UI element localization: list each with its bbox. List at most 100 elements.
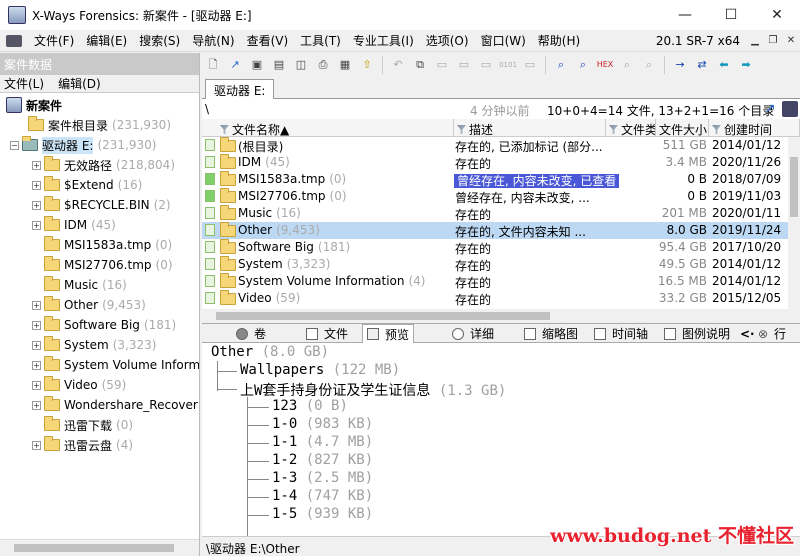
tab-gallery[interactable]: 缩略图	[520, 324, 582, 343]
selection-checkbox[interactable]	[205, 258, 215, 270]
menu-edit[interactable]: 编辑(E)	[80, 32, 133, 49]
filter-icon[interactable]	[609, 125, 618, 134]
selection-checkbox[interactable]	[205, 207, 215, 219]
scrollbar-thumb[interactable]	[14, 544, 174, 552]
menu-search[interactable]: 搜索(S)	[133, 32, 186, 49]
column-type[interactable]: 文件类	[606, 119, 656, 137]
expand-icon[interactable]: +	[32, 180, 41, 190]
column-size[interactable]: 文件大小	[656, 119, 709, 137]
tree-item-wondershare[interactable]: + Wondershare_Recover	[32, 395, 198, 415]
tree-item-msi27706[interactable]: MSI27706.tmp (0)	[44, 255, 173, 275]
minimize-button[interactable]: —	[662, 0, 708, 30]
table-row[interactable]: Video (59) 存在的 33.2 GB 2015/12/05	[202, 290, 788, 307]
selection-checkbox[interactable]	[205, 241, 215, 253]
tree-item-thunder-download[interactable]: 迅雷下载 (0)	[44, 415, 133, 435]
selection-checkbox[interactable]	[205, 275, 215, 287]
expand-icon[interactable]: +	[32, 300, 41, 310]
tab-volume[interactable]: 卷	[232, 324, 270, 343]
new-file-icon[interactable]: 🗋	[204, 56, 222, 74]
tree-item-video[interactable]: + Video (59)	[32, 375, 126, 395]
table-row[interactable]: MSI1583a.tmp (0) 曾经存在, 内容未改变, 已查看 0 B 201…	[202, 171, 788, 188]
print-icon[interactable]: ⎙	[314, 56, 332, 74]
tree-item-extend[interactable]: + $Extend (16)	[32, 175, 142, 195]
find-icon[interactable]: ⌕	[552, 56, 570, 74]
tree-item-idm[interactable]: + IDM (45)	[32, 215, 116, 235]
expand-icon[interactable]: +	[32, 400, 41, 410]
selection-checkbox[interactable]	[205, 292, 215, 304]
selection-checkbox[interactable]	[205, 224, 215, 236]
find-hex-icon[interactable]: HEX	[596, 56, 614, 74]
scrollbar-thumb[interactable]	[790, 157, 798, 217]
column-description[interactable]: 描述	[454, 119, 606, 137]
table-row[interactable]: Music (16) 存在的 201 MB 2020/01/11	[202, 205, 788, 222]
tab-preview[interactable]: 预览	[362, 324, 415, 343]
explore-recursively-icon[interactable]: ↗	[764, 101, 780, 117]
goto-offset-icon[interactable]: →	[671, 56, 689, 74]
selection-checkbox[interactable]	[205, 156, 215, 168]
expand-icon[interactable]: +	[32, 340, 41, 350]
filter-icon[interactable]	[712, 125, 721, 134]
tree-item-recycle-bin[interactable]: + $RECYCLE.BIN (2)	[32, 195, 171, 215]
export-icon[interactable]: ⇧	[358, 56, 376, 74]
tree-item-system[interactable]: + System (3,323)	[32, 335, 156, 355]
tab-file[interactable]: 文件	[302, 324, 352, 343]
close-button[interactable]: ✕	[754, 0, 800, 30]
back-icon[interactable]: ⬅	[715, 56, 733, 74]
selection-checkbox[interactable]	[205, 190, 215, 202]
find-text-icon[interactable]: ⌕	[574, 56, 592, 74]
tree-item-case-root[interactable]: 案件根目录 (231,930)	[28, 115, 171, 135]
expand-icon[interactable]: +	[32, 380, 41, 390]
filter-icon[interactable]	[220, 125, 229, 134]
copy-icon[interactable]: ⧉	[411, 56, 429, 74]
properties-icon[interactable]: ▦	[336, 56, 354, 74]
menu-file[interactable]: 文件(F)	[28, 32, 80, 49]
case-menu-edit[interactable]: 编辑(D)	[58, 75, 101, 92]
menu-help[interactable]: 帮助(H)	[532, 32, 586, 49]
menu-specialist[interactable]: 专业工具(I)	[347, 32, 420, 49]
file-list-vertical-scrollbar[interactable]	[788, 137, 800, 309]
column-name[interactable]: 文件名称▲	[202, 119, 454, 137]
filter-icon[interactable]	[457, 125, 466, 134]
forward-icon[interactable]: ➡	[737, 56, 755, 74]
table-row[interactable]: System Volume Information (4) 存在的 16.5 MB…	[202, 273, 788, 290]
save-all-icon[interactable]: ▤	[270, 56, 288, 74]
table-row[interactable]: Software Big (181) 存在的 95.4 GB 2017/10/20	[202, 239, 788, 256]
open-icon[interactable]: ↗	[226, 56, 244, 74]
mdi-minimize-icon[interactable]: ▁	[748, 34, 762, 48]
tree-item-music[interactable]: Music (16)	[44, 275, 127, 295]
tab-details[interactable]: 详细	[448, 324, 498, 343]
menu-view[interactable]: 查看(V)	[241, 32, 295, 49]
save-list-icon[interactable]	[782, 101, 798, 117]
menu-tools[interactable]: 工具(T)	[294, 32, 347, 49]
tree-item-system-volume-information[interactable]: + System Volume Inform	[32, 355, 199, 375]
scrollbar-thumb[interactable]	[216, 312, 550, 320]
table-row[interactable]: System (3,323) 存在的 49.5 GB 2014/01/12	[202, 256, 788, 273]
mdi-close-icon[interactable]: ✕	[784, 34, 798, 48]
column-created[interactable]: 创建时间	[709, 119, 800, 137]
table-row[interactable]: IDM (45) 存在的 3.4 MB 2020/11/26	[202, 154, 788, 171]
maximize-button[interactable]: ☐	[708, 0, 754, 30]
tree-item-software-big[interactable]: + Software Big (181)	[32, 315, 176, 335]
save-icon[interactable]: ▣	[248, 56, 266, 74]
clipboard-icon[interactable]: ▭	[477, 56, 495, 74]
tab-rows[interactable]: 行	[770, 324, 790, 343]
tree-item-other[interactable]: + Other (9,453)	[32, 295, 146, 315]
fill-icon[interactable]: ▭	[521, 56, 539, 74]
replace-hex-icon[interactable]: ⌕	[640, 56, 658, 74]
undo-icon[interactable]: ↶	[389, 56, 407, 74]
tree-item-msi1583a[interactable]: MSI1583a.tmp (0)	[44, 235, 172, 255]
mdi-restore-icon[interactable]: ❐	[766, 34, 780, 48]
table-row[interactable]: (根目录) 存在的, 已添加标记 (部分... 511 GB 2014/01/1…	[202, 137, 788, 154]
table-row-selected[interactable]: Other (9,453) 存在的, 文件内容未知 ... 8.0 GB 2019…	[202, 222, 788, 239]
tab-calendar[interactable]: 时间轴	[590, 324, 652, 343]
tree-item-invalid-path[interactable]: + 无效路径 (218,804)	[32, 155, 175, 175]
selection-checkbox[interactable]	[205, 139, 215, 151]
disk-icon[interactable]: ◫	[292, 56, 310, 74]
binary-icon[interactable]: 0101	[499, 56, 517, 74]
expand-icon[interactable]: +	[32, 220, 41, 230]
replace-text-icon[interactable]: ⌕	[618, 56, 636, 74]
tree-item-drive-e[interactable]: − 驱动器 E: (231,930)	[10, 135, 156, 155]
expand-icon[interactable]: +	[32, 320, 41, 330]
tree-item-thunder-cloud[interactable]: + 迅雷云盘 (4)	[32, 435, 133, 455]
table-row[interactable]: MSI27706.tmp (0) 曾经存在, 内容未改变, ... 0 B 201…	[202, 188, 788, 205]
